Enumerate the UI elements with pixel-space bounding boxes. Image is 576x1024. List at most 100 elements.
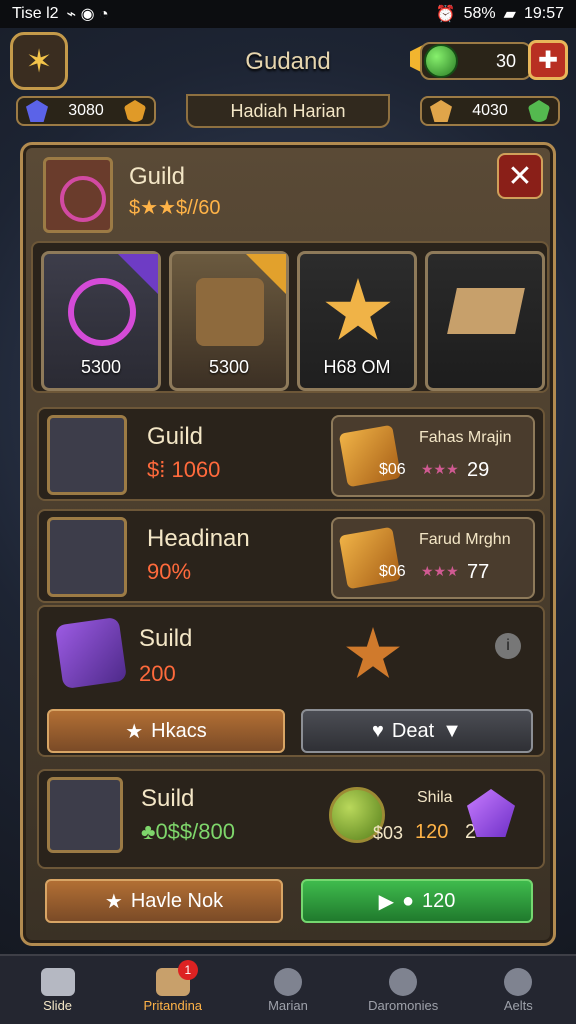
suild-value: 200 <box>139 661 176 686</box>
list-row-headinan[interactable]: Headinan 90% Farud Mrghn $06 ★★★ 77 <box>37 509 545 603</box>
mini-offer-name: Farud Mrghn <box>419 531 511 548</box>
item-price: 5300 <box>208 357 250 377</box>
item-price: H68 OM <box>323 357 391 377</box>
row-value: 90% <box>147 559 192 584</box>
shop-items-row: 5300 5300 H68 OM <box>31 241 549 393</box>
box-icon <box>447 288 525 334</box>
star-button-icon: ★ <box>125 720 144 743</box>
wand-icon <box>47 415 127 495</box>
status-bar: Tise l2 ⌁ ◉ ◔ ⏰ 58% ▰ 19:57 <box>0 0 576 28</box>
battery-icon: ▰ <box>503 6 516 23</box>
item-price: 5300 <box>80 357 122 377</box>
guild-subtitle: $★★$//60 <box>129 197 221 219</box>
nav-label: Aelts <box>503 997 533 1013</box>
nav-item-marian[interactable]: Marian <box>233 956 343 1024</box>
left-resource-value: 3080 <box>68 102 104 119</box>
close-button[interactable]: ✕ <box>497 153 543 199</box>
mini-stars: ★★★ <box>421 461 459 477</box>
nav-label: Daromonies <box>368 997 439 1013</box>
row-title: Guild <box>147 423 204 450</box>
shop-item-card[interactable]: 5300 <box>41 251 161 391</box>
signal-percentage: 58% <box>463 5 496 22</box>
hkacs-button[interactable]: ★ Hkacs <box>47 709 285 753</box>
currency-value: 30 <box>495 50 516 71</box>
gear-icon <box>504 967 533 996</box>
shop-item-card[interactable]: H68 OM <box>297 251 417 391</box>
nav-item-daromonies[interactable]: Daromonies <box>348 956 458 1024</box>
suild-row-count: 120 <box>415 821 449 843</box>
document-icon: 1 <box>155 959 198 996</box>
nav-item-slide[interactable]: Slide <box>3 956 113 1024</box>
suild-row-label: Shila <box>417 789 453 806</box>
page-title: Gudand <box>245 48 331 75</box>
mini-offer-card[interactable]: Fahas Mrajin $06 ★★★ 29 <box>331 415 535 497</box>
gold-gem-icon <box>430 100 452 122</box>
suild-row-value: ♣0$$/800 <box>141 819 235 844</box>
mini-stars: ★★★ <box>421 563 459 579</box>
mini-offer-count: 29 <box>467 459 490 481</box>
right-resource-chip: 4030 <box>420 96 560 126</box>
close-icon: ✕ <box>507 159 533 193</box>
blue-gem-icon <box>26 100 48 122</box>
deat-label: Deat <box>391 719 435 742</box>
silver-coin-icon: ● <box>401 889 415 912</box>
horn-icon <box>47 517 127 597</box>
deat-button[interactable]: ♥ Deat ▼ <box>301 709 533 753</box>
play-icon: ▶ <box>378 890 394 913</box>
tome-icon <box>47 777 123 853</box>
menu-button[interactable]: ✶ <box>10 32 68 90</box>
shop-item-card[interactable] <box>425 251 545 391</box>
home-icon <box>40 967 75 996</box>
nav-item-aelts[interactable]: Aelts <box>463 956 573 1024</box>
search-icon <box>389 967 418 996</box>
right-resource-value: 4030 <box>472 102 508 119</box>
star-icon <box>346 627 400 678</box>
havle-nok-label: Havle Nok <box>130 889 224 912</box>
nav-label: Pritandina <box>143 997 203 1013</box>
status-left-text: Tise l2 <box>12 5 59 22</box>
add-currency-button[interactable]: ✚ <box>528 40 568 80</box>
notification-badge: 1 <box>177 959 198 980</box>
status-icons-left: ⌁ ◉ ◔ <box>66 6 109 23</box>
guild-header: Guild $★★$//60 ✕ <box>31 151 549 233</box>
guild-title: Guild <box>129 163 186 190</box>
guild-panel: Guild $★★$//60 ✕ 5300 5300 H68 OM Guild … <box>20 142 556 946</box>
suild-title: Suild <box>139 625 193 652</box>
havle-nok-button[interactable]: ★ Havle Nok <box>45 879 283 923</box>
currency-display: 30 <box>420 42 532 80</box>
left-resource-chip: 3080 <box>16 96 156 126</box>
nav-item-pritandina[interactable]: 1 Pritandina <box>118 956 228 1024</box>
star-button-icon: ★ <box>104 890 123 913</box>
green-coin-small-icon <box>528 100 550 122</box>
suild-row-title: Suild <box>141 785 195 812</box>
orb-icon <box>68 278 136 346</box>
mini-offer-card[interactable]: Farud Mrghn $06 ★★★ 77 <box>331 517 535 599</box>
suild-box: Suild 200 i ★ Hkacs ♥ Deat ▼ <box>37 605 545 757</box>
star-cross-icon: ✶ <box>25 43 53 79</box>
suild-row[interactable]: Suild ♣0$$/800 Shila $03 120 2 <box>37 769 545 869</box>
green-button-label: 120 <box>422 889 456 912</box>
bottom-navigation: Slide 1 Pritandina Marian Daromonies Ael… <box>0 954 576 1024</box>
cube-icon <box>54 616 128 690</box>
daily-reward-label[interactable]: Hadiah Harian <box>186 94 390 128</box>
star-bell-icon <box>325 278 391 340</box>
suild-row-stat: $03 <box>373 823 404 843</box>
nav-label: Marian <box>268 997 308 1013</box>
mini-offer-stat: $06 <box>379 461 406 478</box>
list-row-guild[interactable]: Guild $⁞ 1060 Fahas Mrajin $06 ★★★ 29 <box>37 407 545 501</box>
row-title: Headinan <box>147 525 250 552</box>
search-icon <box>273 967 302 996</box>
alarm-icon: ⏰ <box>435 6 456 23</box>
chest-icon <box>196 278 264 346</box>
subbar: 3080 Hadiah Harian 4030 <box>0 94 576 134</box>
heart-button-icon: ♥ <box>372 719 384 742</box>
green-purchase-button[interactable]: ▶ ● 120 <box>301 879 533 923</box>
clock-time: 19:57 <box>523 5 564 22</box>
green-coin-icon <box>424 44 458 78</box>
row-value: $⁞ 1060 <box>147 457 221 482</box>
top-header: ✶ Gudand 30 ✚ <box>0 28 576 96</box>
chevron-down-icon: ▼ <box>442 719 462 742</box>
hkacs-label: Hkacs <box>151 719 207 742</box>
info-icon[interactable]: i <box>495 633 521 659</box>
shop-item-card[interactable]: 5300 <box>169 251 289 391</box>
